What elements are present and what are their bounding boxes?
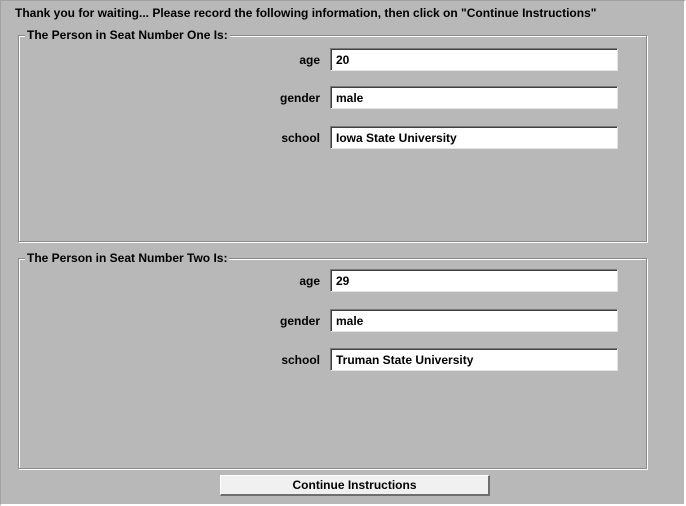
seat-one-gender-label: gender xyxy=(279,91,320,105)
seat-one-school-label: school xyxy=(281,131,320,145)
seat-two-panel: The Person in Seat Number Two Is: age ge… xyxy=(18,251,647,469)
seat-two-school-label: school xyxy=(281,353,320,367)
seat-two-school-input[interactable] xyxy=(330,348,618,371)
seat-one-school-input[interactable] xyxy=(330,126,618,149)
seat-one-age-input[interactable] xyxy=(330,48,618,71)
seat-two-age-label: age xyxy=(299,274,320,288)
seat-one-gender-input[interactable] xyxy=(330,86,618,109)
seat-two-age-input[interactable] xyxy=(330,269,618,292)
seat-one-title: The Person in Seat Number One Is: xyxy=(25,28,230,42)
instructions-text: Thank you for waiting... Please record t… xyxy=(15,6,597,20)
app-window: Thank you for waiting... Please record t… xyxy=(0,0,686,506)
seat-two-gender-input[interactable] xyxy=(330,309,618,332)
seat-two-title: The Person in Seat Number Two Is: xyxy=(25,251,230,265)
seat-one-panel: The Person in Seat Number One Is: age ge… xyxy=(18,28,647,242)
continue-instructions-button[interactable]: Continue Instructions xyxy=(220,475,490,496)
seat-one-age-label: age xyxy=(299,53,320,67)
seat-two-gender-label: gender xyxy=(279,314,320,328)
